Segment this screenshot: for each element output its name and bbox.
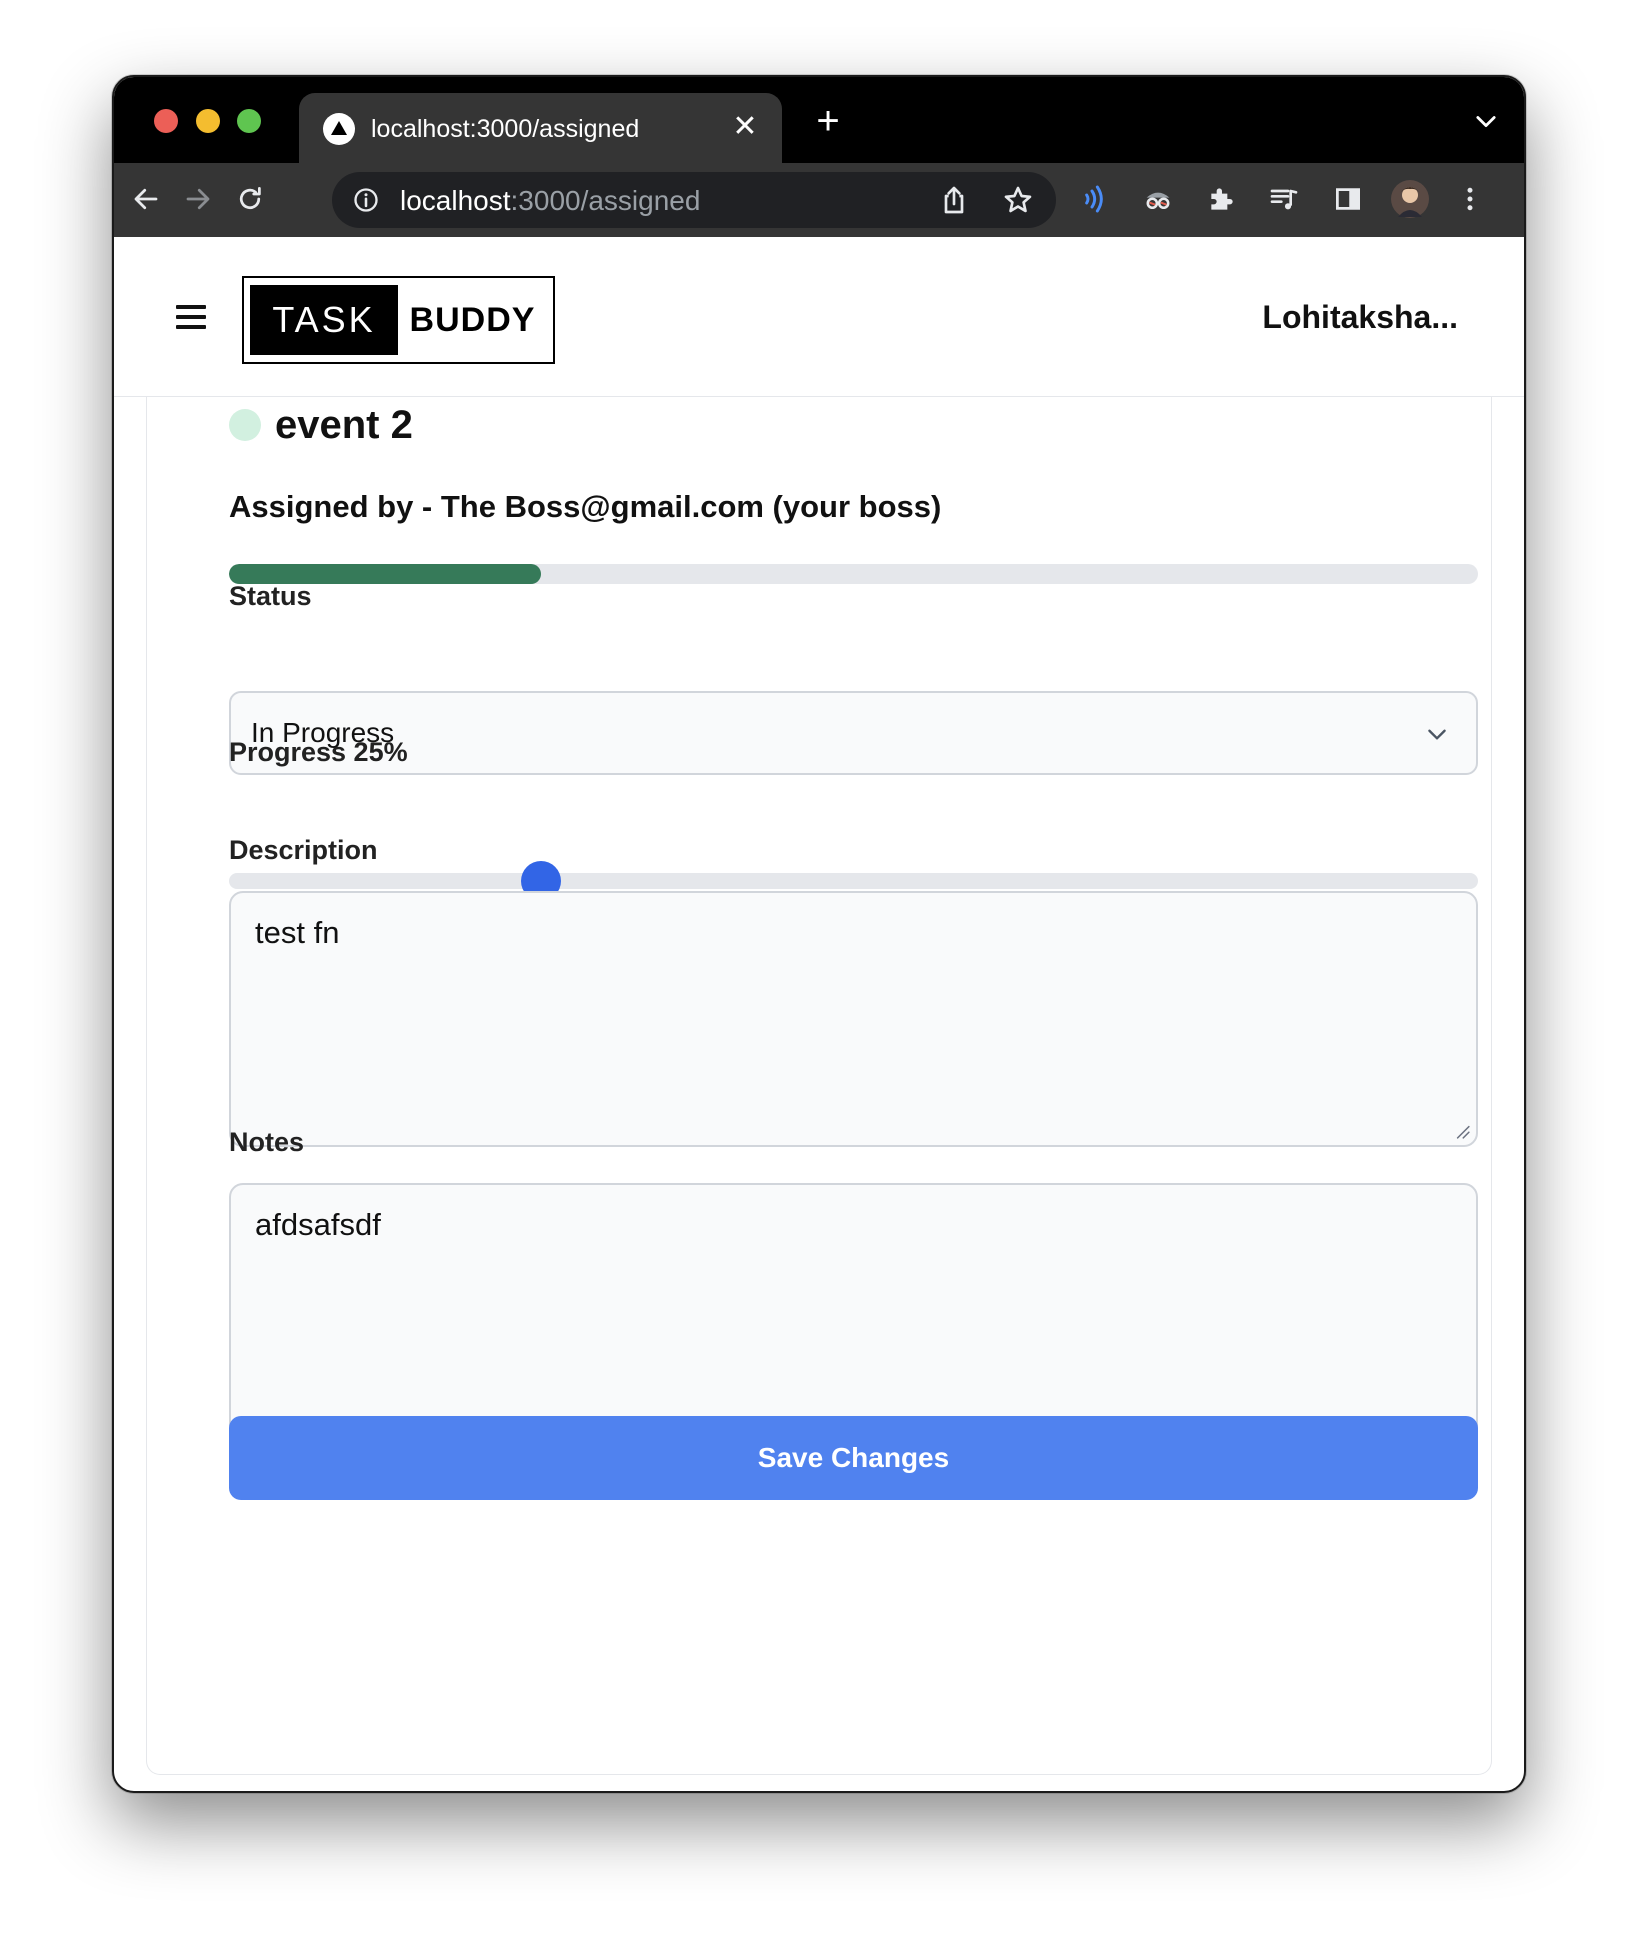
url-path: :3000/assigned (510, 185, 701, 216)
browser-toolbar: localhost:3000/assigned (114, 163, 1524, 237)
minimize-window-button[interactable] (196, 109, 220, 133)
status-dot (229, 409, 261, 441)
description-label: Description (229, 835, 378, 865)
back-button[interactable] (124, 177, 168, 221)
url-host: localhost (400, 185, 511, 216)
close-window-button[interactable] (154, 109, 178, 133)
address-bar[interactable]: localhost:3000/assigned (332, 172, 1056, 228)
url-text[interactable]: localhost:3000/assigned (400, 185, 700, 217)
hamburger-menu-icon[interactable] (176, 305, 206, 329)
resize-handle-icon[interactable] (1452, 1121, 1470, 1139)
task-title: event 2 (275, 403, 413, 447)
chevron-down-icon[interactable] (1472, 107, 1500, 135)
user-name[interactable]: Lohitaksha... (1262, 299, 1458, 336)
task-buddy-logo[interactable]: TASK BUDDY (242, 276, 555, 364)
progress-label: Progress 25% (229, 737, 408, 767)
app-header: TASK BUDDY Lohitaksha... (114, 237, 1524, 397)
browser-window: localhost:3000/assigned ✕ + localhost:30… (112, 75, 1526, 1793)
incognito-icon (1146, 192, 1170, 210)
extensions-button[interactable] (1200, 177, 1244, 221)
description-text: test fn (255, 915, 340, 950)
logo-buddy-text: BUDDY (409, 300, 536, 339)
status-select[interactable]: In Progress (229, 691, 1478, 775)
reload-button[interactable] (228, 177, 272, 221)
sound-waves-icon (1085, 185, 1103, 213)
notes-label: Notes (229, 1127, 305, 1157)
media-controls-button[interactable] (1262, 177, 1306, 221)
puzzle-icon (1211, 188, 1233, 210)
progress-bar (229, 564, 1478, 584)
side-panel-icon (1336, 188, 1360, 210)
logo-task-text: TASK (250, 285, 398, 355)
extension-audio-button[interactable] (1074, 177, 1118, 221)
arrow-right-icon (186, 188, 210, 210)
description-textarea[interactable]: test fn (229, 891, 1478, 1147)
tab-strip: localhost:3000/assigned ✕ + (114, 77, 1524, 163)
browser-tab[interactable]: localhost:3000/assigned ✕ (299, 93, 782, 163)
playlist-music-icon (1270, 189, 1298, 210)
maximize-window-button[interactable] (237, 109, 261, 133)
extension-incognito-button[interactable] (1136, 177, 1180, 221)
profile-button[interactable] (1388, 177, 1432, 221)
tab-close-icon[interactable]: ✕ (728, 107, 762, 147)
browser-menu-button[interactable] (1448, 177, 1492, 221)
new-tab-button[interactable]: + (808, 101, 848, 141)
forward-button[interactable] (176, 177, 220, 221)
arrow-left-icon (134, 188, 158, 210)
save-changes-button[interactable]: Save Changes (229, 1416, 1478, 1500)
reload-icon (239, 187, 261, 210)
notes-text: afdsafsdf (255, 1207, 381, 1242)
more-vertical-icon (1467, 187, 1473, 211)
assigned-by-text: Assigned by - The Boss@gmail.com (your b… (229, 489, 942, 524)
bookmark-star-icon[interactable] (1002, 184, 1034, 216)
tab-title: localhost:3000/assigned (371, 115, 640, 143)
status-label: Status (229, 581, 312, 611)
side-panel-button[interactable] (1326, 177, 1370, 221)
info-icon[interactable] (352, 186, 380, 214)
notes-textarea[interactable]: afdsafsdf (229, 1183, 1478, 1439)
avatar (1391, 180, 1429, 218)
vercel-icon (323, 113, 355, 145)
task-card: event 2 Assigned by - The Boss@gmail.com… (146, 397, 1492, 1775)
progress-slider[interactable] (229, 861, 1478, 901)
share-icon[interactable] (938, 184, 970, 216)
chevron-down-icon (1428, 729, 1446, 740)
